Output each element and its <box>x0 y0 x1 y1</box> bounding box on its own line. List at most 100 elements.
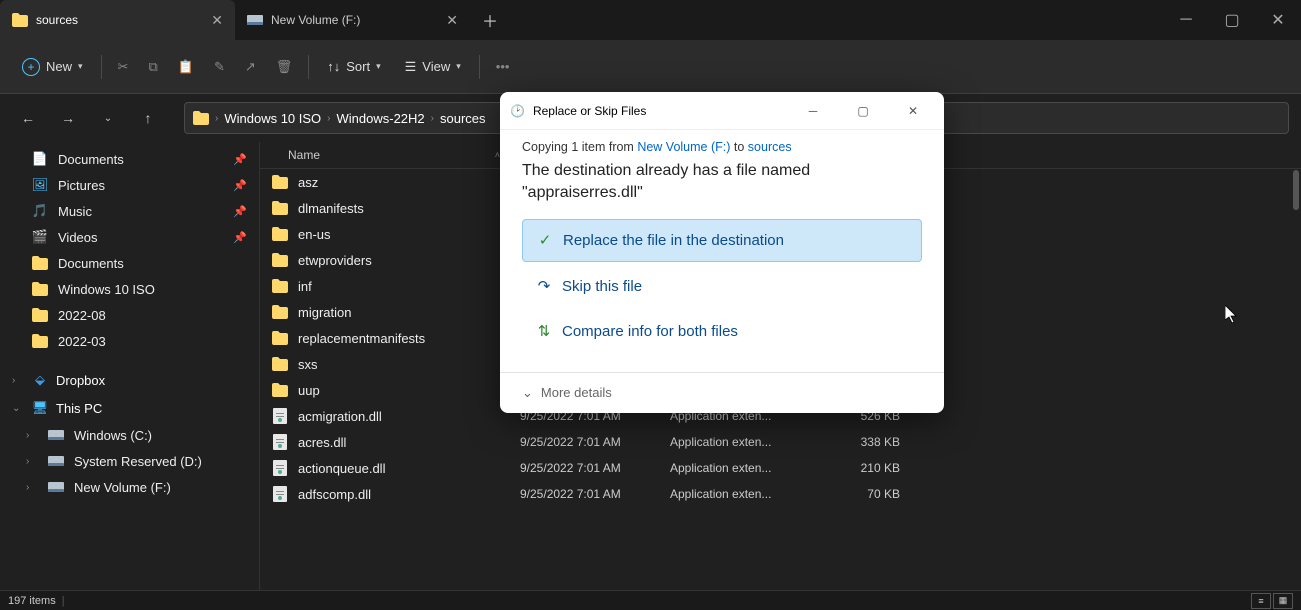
sidebar-item-documents[interactable]: 📄Documents📌 <box>0 146 259 172</box>
recent-button[interactable]: ⌄ <box>92 102 124 134</box>
rename-icon: ✎ <box>214 59 225 75</box>
replace-skip-dialog: 🕑 Replace or Skip Files ─ ▢ ✕ Copying 1 … <box>500 92 944 413</box>
sort-label: Sort <box>346 59 370 74</box>
back-button[interactable]: ← <box>12 102 44 134</box>
details-view-button[interactable]: ≡ <box>1251 593 1271 609</box>
minimize-button[interactable]: ─ <box>1163 0 1209 40</box>
new-tab-button[interactable]: ＋ <box>470 8 510 32</box>
sidebar-group-this-pc[interactable]: ⌄🖥This PC <box>0 394 259 422</box>
file-icon <box>272 408 288 424</box>
sidebar-item-2022-08[interactable]: 2022-08 <box>0 302 259 328</box>
sidebar-item-new-volume-f-[interactable]: › New Volume (F:) <box>0 474 259 500</box>
col-name-header[interactable]: Name ˄ <box>272 148 520 162</box>
sidebar-group-dropbox[interactable]: ›⬙Dropbox <box>0 366 259 394</box>
delete-button[interactable]: 🗑 <box>268 53 301 81</box>
sidebar-item-label: System Reserved (D:) <box>74 454 202 469</box>
file-date: 9/25/2022 7:01 AM <box>520 435 670 449</box>
dropbox-icon: ⬙ <box>32 372 48 388</box>
sidebar-item-label: Pictures <box>58 178 105 193</box>
pin-icon: 📌 <box>233 179 247 192</box>
view-button[interactable]: ☰ View ▾ <box>395 53 471 81</box>
chevron-right-icon: › <box>215 113 218 124</box>
file-size: 210 KB <box>820 461 900 475</box>
sidebar-item-label: 2022-03 <box>58 334 106 349</box>
sidebar-item-system-reserved-d-[interactable]: ›System Reserved (D:) <box>0 448 259 474</box>
sidebar-item-label: New Volume (F:) <box>74 480 171 495</box>
tab-label: New Volume (F:) <box>271 13 360 27</box>
dialog-titlebar: 🕑 Replace or Skip Files ─ ▢ ✕ <box>500 92 944 130</box>
file-row[interactable]: actionqueue.dll9/25/2022 7:01 AMApplicat… <box>260 455 1301 481</box>
maximize-button[interactable]: ▢ <box>1209 0 1255 40</box>
file-icon <box>272 486 288 502</box>
sidebar-item-label: Windows 10 ISO <box>58 282 155 297</box>
sidebar-item-windows-c-[interactable]: ›Windows (C:) <box>0 422 259 448</box>
dest-link[interactable]: sources <box>748 140 792 154</box>
minimize-button[interactable]: ─ <box>792 95 834 127</box>
folder-icon <box>32 333 48 349</box>
dialog-message: The destination already has a file named… <box>522 160 922 205</box>
chevron-right-icon: › <box>26 430 38 441</box>
forward-button[interactable]: → <box>52 102 84 134</box>
file-type: Application exten... <box>670 461 820 475</box>
close-button[interactable]: ✕ <box>892 95 934 127</box>
copying-prefix: Copying 1 item from <box>522 140 637 154</box>
maximize-button[interactable]: ▢ <box>842 95 884 127</box>
sidebar-item-pictures[interactable]: 🖼Pictures📌 <box>0 172 259 198</box>
close-icon[interactable]: ✕ <box>446 12 458 29</box>
sort-button[interactable]: ↑↓ Sort ▾ <box>317 53 390 80</box>
dialog-footer: ⌄ More details <box>500 372 944 413</box>
close-icon[interactable]: ✕ <box>211 12 223 29</box>
paste-button[interactable]: 📋 <box>170 53 202 81</box>
breadcrumb-item[interactable]: Windows-22H2 <box>337 111 425 126</box>
sidebar-item-label: Documents <box>58 256 124 271</box>
more-details-button[interactable]: ⌄ More details <box>522 385 922 401</box>
source-link[interactable]: New Volume (F:) <box>637 140 730 154</box>
titlebar: sources ✕ New Volume (F:) ✕ ＋ ─ ▢ ✕ <box>0 0 1301 40</box>
close-button[interactable]: ✕ <box>1255 0 1301 40</box>
breadcrumb-item[interactable]: sources <box>440 111 486 126</box>
folder-icon <box>32 307 48 323</box>
pc-icon: 🖥 <box>32 400 48 416</box>
view-label: View <box>422 59 450 74</box>
folder-icon <box>272 356 288 372</box>
file-row[interactable]: acres.dll9/25/2022 7:01 AMApplication ex… <box>260 429 1301 455</box>
chevron-right-icon: › <box>12 375 24 386</box>
skip-icon: ↷ <box>536 278 552 294</box>
separator <box>101 55 102 79</box>
tab-sources[interactable]: sources ✕ <box>0 0 235 40</box>
chevron-right-icon: › <box>26 482 38 493</box>
drive-icon <box>48 453 64 469</box>
paste-icon: 📋 <box>178 59 194 75</box>
replace-option[interactable]: ✓ Replace the file in the destination <box>522 219 922 262</box>
share-button[interactable]: ↗ <box>237 53 264 81</box>
file-type: Application exten... <box>670 487 820 501</box>
up-button[interactable]: ↑ <box>132 102 164 134</box>
compare-option[interactable]: ⇅ Compare info for both files <box>522 311 922 352</box>
cut-button[interactable]: ✂ <box>110 53 137 81</box>
folder-icon <box>272 174 288 190</box>
share-icon: ↗ <box>245 59 256 75</box>
thumbnails-view-button[interactable]: ▦ <box>1273 593 1293 609</box>
drive-icon <box>48 479 64 495</box>
sidebar-item-music[interactable]: 🎵Music📌 <box>0 198 259 224</box>
file-name: sxs <box>298 357 318 372</box>
rename-button[interactable]: ✎ <box>206 53 233 81</box>
sidebar-item-documents[interactable]: Documents <box>0 250 259 276</box>
breadcrumb-item[interactable]: Windows 10 ISO <box>224 111 321 126</box>
file-row[interactable]: adfscomp.dll9/25/2022 7:01 AMApplication… <box>260 481 1301 507</box>
file-name: asz <box>298 175 318 190</box>
sidebar-item-2022-03[interactable]: 2022-03 <box>0 328 259 354</box>
skip-option[interactable]: ↷ Skip this file <box>522 266 922 307</box>
tab-new-volume[interactable]: New Volume (F:) ✕ <box>235 0 470 40</box>
separator: | <box>62 595 65 607</box>
scrollbar[interactable] <box>1293 170 1299 210</box>
file-name: migration <box>298 305 351 320</box>
chevron-down-icon: ⌄ <box>522 385 533 401</box>
file-size: 70 KB <box>820 487 900 501</box>
more-button[interactable]: ••• <box>488 53 518 80</box>
sidebar-item-label: Music <box>58 204 92 219</box>
sidebar-item-videos[interactable]: 🎬Videos📌 <box>0 224 259 250</box>
copy-button[interactable]: ⧉ <box>140 53 165 81</box>
sidebar-item-windows-10-iso[interactable]: Windows 10 ISO <box>0 276 259 302</box>
new-button[interactable]: + New ▾ <box>12 52 93 82</box>
